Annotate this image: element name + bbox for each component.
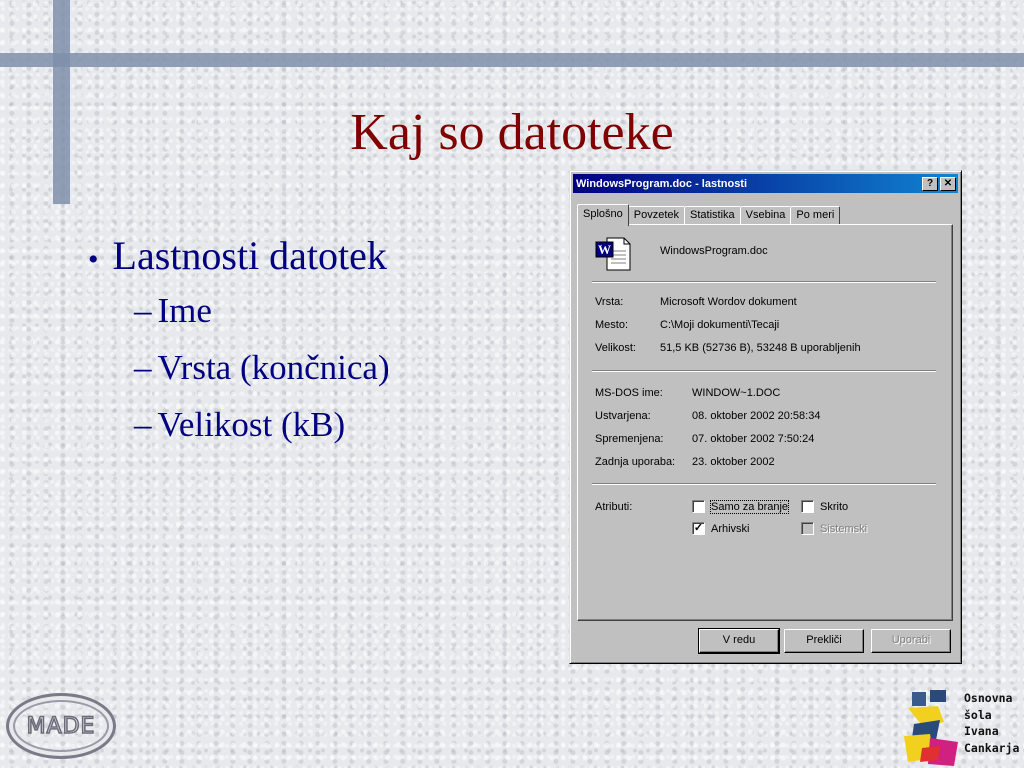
file-name: WindowsProgram.doc — [660, 245, 768, 257]
msdos-name-value: WINDOW~1.DOC — [692, 387, 781, 399]
bullet-item: • Lastnosti datotek — [88, 232, 390, 279]
location-value: C:\Moji dokumenti\Tecaji — [660, 319, 780, 331]
divider — [592, 281, 936, 283]
help-button[interactable]: ? — [922, 176, 938, 191]
msdos-name-label: MS-DOS ime: — [595, 387, 663, 399]
modified-value: 07. oktober 2002 7:50:24 — [692, 433, 815, 445]
sub-bullet-marker: – — [134, 405, 152, 444]
close-button[interactable]: ✕ — [940, 176, 956, 191]
school-name-line: Osnovna — [964, 691, 1013, 705]
attributes-label: Atributi: — [595, 501, 633, 513]
dialog-titlebar[interactable]: WindowsProgram.doc - lastnosti ? ✕ — [573, 174, 958, 193]
sub-bullet-item: – Vrsta (končnica) — [134, 348, 390, 405]
made-logo-text: MADE — [26, 713, 96, 740]
sub-bullet-item: – Velikost (kB) — [134, 405, 390, 462]
school-name: Osnovna šola Ivana Cankarja — [964, 690, 1019, 756]
svg-text:W: W — [598, 242, 611, 257]
readonly-label: Samo za branje — [709, 499, 790, 514]
bullet-list: • Lastnosti datotek – Ime – Vrsta (končn… — [88, 232, 390, 462]
bullet-marker: • — [88, 243, 99, 276]
accessed-value: 23. oktober 2002 — [692, 456, 775, 468]
school-emblem-icon — [904, 690, 958, 766]
system-label: Sistemski — [820, 522, 868, 535]
tab-statistics[interactable]: Statistika — [684, 206, 741, 225]
decorative-horizontal-bar — [0, 53, 1024, 67]
created-value: 08. oktober 2002 20:58:34 — [692, 410, 821, 422]
made-logo: MADE — [6, 693, 116, 759]
archive-checkbox-row[interactable]: ✓ Arhivski — [692, 522, 750, 535]
tab-contents[interactable]: Vsebina — [739, 206, 792, 225]
readonly-checkbox[interactable] — [692, 500, 705, 513]
tab-general[interactable]: Splošno — [577, 204, 629, 226]
tab-panel-general: W WindowsProgram.doc Vrsta: Microsoft Wo… — [577, 224, 953, 621]
tab-strip: Splošno Povzetek Statistika Vsebina Po m… — [577, 203, 841, 226]
archive-checkbox[interactable]: ✓ — [692, 522, 705, 535]
school-name-line: šola — [964, 707, 992, 722]
school-name-line: Ivana — [964, 724, 999, 738]
system-checkbox-row: Sistemski — [801, 522, 867, 535]
archive-label: Arhivski — [711, 522, 750, 535]
divider — [592, 483, 936, 485]
accessed-label: Zadnja uporaba: — [595, 456, 676, 468]
size-label: Velikost: — [595, 342, 636, 354]
hidden-checkbox-row[interactable]: Skrito — [801, 500, 848, 513]
tab-custom[interactable]: Po meri — [790, 206, 841, 225]
apply-button: Uporabi — [871, 629, 951, 653]
sub-bullet-text: Vrsta (končnica) — [157, 348, 390, 387]
size-value: 51,5 KB (52736 B), 53248 B uporabljenih — [660, 342, 861, 354]
modified-label: Spremenjena: — [595, 433, 664, 445]
sub-bullet-text: Velikost (kB) — [157, 405, 346, 444]
hidden-checkbox[interactable] — [801, 500, 814, 513]
school-logo: Osnovna šola Ivana Cankarja — [900, 688, 1024, 768]
location-label: Mesto: — [595, 319, 629, 331]
ok-button[interactable]: V redu — [698, 628, 780, 654]
sub-bullet-item: – Ime — [134, 291, 390, 348]
type-value: Microsoft Wordov dokument — [660, 296, 797, 308]
readonly-checkbox-row[interactable]: Samo za branje — [692, 499, 790, 514]
system-checkbox — [801, 522, 814, 535]
dialog-title: WindowsProgram.doc - lastnosti — [576, 177, 748, 190]
hidden-label: Skrito — [820, 500, 849, 513]
school-name-line: Cankarja — [964, 740, 1020, 755]
sub-bullet-list: – Ime – Vrsta (končnica) – Velikost (kB) — [134, 291, 390, 462]
file-properties-dialog: WindowsProgram.doc - lastnosti ? ✕ Sploš… — [569, 170, 962, 664]
slide-title: Kaj so datoteke — [350, 104, 674, 161]
cancel-button[interactable]: Prekliči — [784, 629, 864, 653]
divider — [592, 370, 936, 372]
bullet-text: Lastnosti datotek — [112, 233, 387, 278]
sub-bullet-marker: – — [134, 348, 152, 387]
type-label: Vrsta: — [595, 296, 624, 308]
sub-bullet-text: Ime — [157, 291, 212, 330]
sub-bullet-marker: – — [134, 291, 152, 330]
created-label: Ustvarjena: — [595, 410, 651, 422]
decorative-vertical-bar — [53, 0, 70, 204]
tab-summary[interactable]: Povzetek — [627, 206, 686, 225]
word-document-icon: W — [595, 237, 631, 271]
